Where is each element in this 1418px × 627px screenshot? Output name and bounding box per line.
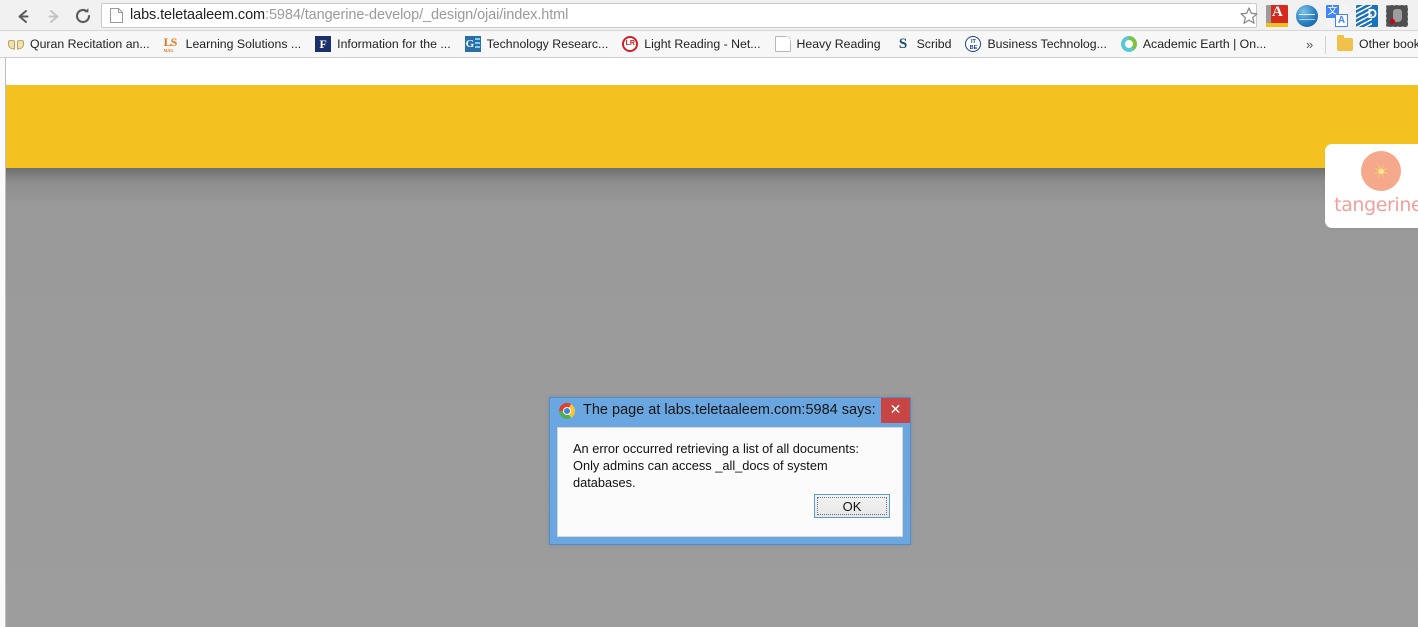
bookmark-label: Light Reading - Net... [644,36,761,51]
ls-logo-icon: LS MAG [163,36,180,53]
dialog-title: The page at labs.teletaaleem.com:5984 sa… [583,402,876,419]
citrus-core [1378,168,1384,174]
dialog-titlebar: The page at labs.teletaaleem.com:5984 sa… [550,398,910,423]
citrus-slice-icon [1361,151,1401,191]
tangerine-logo-card[interactable]: tangerine™ [1325,144,1418,228]
bookmark-item-business-technology[interactable]: IT BE Business Technolog... [959,34,1112,55]
ok-button-label: OK [842,498,862,514]
blue-f-icon: F [315,36,332,52]
tangerine-wordmark: tangerine™ [1334,196,1418,215]
dictionary-extension-icon[interactable] [1266,4,1288,27]
open-book-icon [8,36,24,52]
chrome-logo-icon [559,402,575,419]
bookmarks-bar: Quran Recitation an... LS MAG Learning So… [0,31,1418,58]
address-bar[interactable]: labs.teletaaleem.com:5984/tangerine-deve… [101,3,1257,28]
wordmark-text: tangerine [1334,194,1418,216]
other-bookmarks-button[interactable]: Other bookmarks [1332,34,1418,55]
bookmarks-divider [1325,36,1326,54]
bookmark-label: Technology Researc... [486,36,609,51]
reload-icon [76,8,91,24]
bookmark-item-learning-solutions[interactable]: LS MAG Learning Solutions ... [158,34,308,55]
translate-glyph-secondary: A [1335,14,1348,27]
browser-toolbar: labs.teletaaleem.com:5984/tangerine-deve… [0,0,1418,31]
bookmark-label: Academic Earth | On... [1142,36,1267,51]
back-button[interactable] [10,3,36,29]
translate-extension-icon[interactable]: 文 A [1326,5,1348,27]
academic-earth-icon [1120,36,1137,52]
bookmark-star-button[interactable] [1238,5,1260,27]
itbe-circle-icon: IT BE [965,36,982,52]
bookmarks-overflow-button[interactable]: » [1306,37,1313,53]
folder-icon [1337,35,1353,51]
close-icon[interactable]: ✕ [881,398,910,423]
page-viewport: tangerine™ The page at labs.teletaaleem.… [0,58,1418,627]
page-document-icon [110,8,123,23]
bookmark-label: Scribd [916,36,952,51]
bookmark-item-quran[interactable]: Quran Recitation an... [2,34,156,55]
bookmark-label: Heavy Reading [796,36,881,51]
browser-window: labs.teletaaleem.com:5984/tangerine-deve… [0,0,1418,627]
document-icon [774,36,791,52]
url-path: :5984/tangerine-develop/_design/ojai/ind… [265,7,569,24]
back-arrow-icon [18,9,28,23]
forward-button[interactable] [40,3,66,29]
other-bookmarks-label: Other bookmarks [1359,37,1418,52]
bookmark-item-academic-earth[interactable]: Academic Earth | On... [1115,34,1272,55]
bookmark-item-light-reading[interactable]: LR Light Reading - Net... [616,34,766,55]
scribd-icon: S [898,36,907,52]
dialog-message: An error occurred retrieving a list of a… [573,441,859,490]
star-icon [1240,7,1258,24]
bookmark-label: Quran Recitation an... [30,36,150,51]
url-host: labs.teletaaleem.com [130,7,266,24]
bookmark-label: Information for the ... [337,36,451,51]
javascript-alert-dialog: The page at labs.teletaaleem.com:5984 sa… [549,397,911,545]
dialog-body: An error occurred retrieving a list of a… [557,427,903,537]
evernote-extension-icon[interactable] [1386,5,1408,27]
bookmark-item-technology-research[interactable]: G Technology Researc... [459,34,615,55]
bookmark-item-heavy-reading[interactable]: Heavy Reading [769,34,887,55]
page-header-band [6,85,1418,168]
ls-sub-glyph: MAG [163,48,174,53]
extension-icons: 文 A [1266,2,1408,30]
reload-button[interactable] [70,3,96,29]
bookmark-item-scribd[interactable]: S Scribd [889,34,958,55]
bookmark-label: Learning Solutions ... [185,36,302,51]
url-text: labs.teletaaleem.com:5984/tangerine-deve… [130,8,568,23]
globe-extension-icon[interactable] [1296,5,1318,27]
lr-circle-icon: LR [622,36,639,52]
page-left-border [5,58,6,627]
dictionary-com-extension-icon[interactable] [1356,5,1378,27]
ok-button[interactable]: OK [814,494,890,518]
forward-arrow-icon [48,9,58,23]
bookmark-item-information[interactable]: F Information for the ... [309,34,456,55]
gartner-icon: G [464,36,481,52]
bookmark-label: Business Technolog... [987,36,1107,51]
